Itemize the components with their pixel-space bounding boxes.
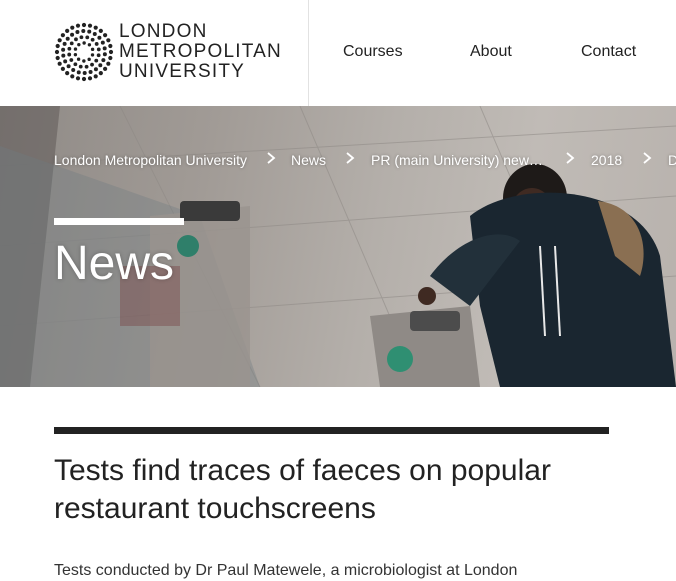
breadcrumb-news[interactable]: News	[291, 151, 326, 169]
site-header: LONDON METROPOLITAN UNIVERSITY Courses A…	[0, 0, 676, 106]
article-top-rule	[54, 427, 609, 434]
university-logo[interactable]: LONDON METROPOLITAN UNIVERSITY	[54, 22, 294, 82]
breadcrumb-current[interactable]: D	[668, 151, 676, 169]
logo-line-2: METROPOLITAN	[119, 41, 282, 62]
chevron-right-icon	[642, 151, 652, 170]
nav-about-link[interactable]: About	[470, 42, 512, 62]
hero-banner: London Metropolitan University News PR (…	[0, 106, 676, 387]
breadcrumb-home[interactable]: London Metropolitan University	[54, 151, 247, 169]
chevron-right-icon	[565, 151, 575, 170]
breadcrumb-pr-news[interactable]: PR (main University) new…	[371, 151, 543, 169]
article-title: Tests find traces of faeces on popular r…	[54, 454, 551, 525]
logo-wordmark: LONDON METROPOLITAN UNIVERSITY	[119, 22, 282, 82]
breadcrumb-2018[interactable]: 2018	[591, 151, 622, 169]
chevron-right-icon	[345, 151, 355, 170]
page-title: News	[54, 237, 175, 290]
hero-accent-rule	[54, 218, 184, 225]
nav-contact-link[interactable]: Contact	[581, 42, 636, 62]
nav-courses-link[interactable]: Courses	[343, 42, 403, 62]
logo-line-3: UNIVERSITY	[119, 61, 246, 82]
article-intro: Tests conducted by Dr Paul Matewele, a m…	[54, 562, 518, 579]
chevron-right-icon	[266, 151, 276, 170]
header-divider	[308, 0, 309, 106]
logo-line-1: LONDON	[119, 21, 208, 42]
dotted-circle-logo-icon	[54, 22, 114, 82]
